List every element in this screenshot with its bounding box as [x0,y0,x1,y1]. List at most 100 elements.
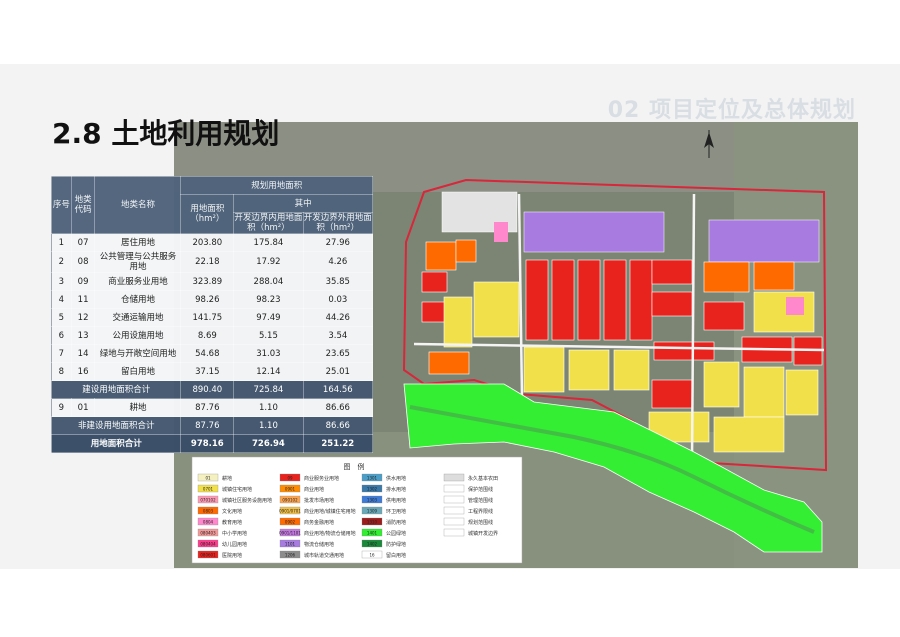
legend-swatch [443,517,465,526]
cell-outside: 0.03 [302,290,374,309]
legend-label: 城镇住宅用地 [222,486,252,493]
cell-area: 87.76 [180,398,235,417]
table-row-subtotal-nonbuild: 非建设用地面积合计 87.76 1.10 86.66 [50,416,374,435]
legend-label: 教育用地 [222,519,242,526]
cell-no: 9 [51,398,72,417]
legend-code: 1310 [367,519,378,524]
cell-inside: 175.84 [233,233,304,252]
legend-code: 080404 [200,541,216,546]
cell-inside: 726.94 [233,434,304,453]
col-no-header: 序号 [51,176,72,234]
legend-swatch [443,473,465,482]
cell-label: 非建设用地面积合计 [50,416,182,435]
cell-inside: 1.10 [233,398,304,417]
legend-label: 防护绿地 [386,541,406,548]
legend-code: 1302 [367,486,378,491]
cell-outside: 3.54 [302,326,374,345]
legend-swatch [443,528,465,537]
table-row: 5 12 交通运输用地 141.75 97.49 44.26 [51,308,374,327]
table-row: 2 08 公共管理与公共服务用地 22.18 17.92 4.26 [51,251,374,273]
cell-code: 09 [70,272,96,291]
cell-outside: 44.26 [302,308,374,327]
legend-label: 幼儿园用地 [222,541,247,548]
table-row: 3 09 商业服务业用地 323.89 288.04 35.85 [51,272,374,291]
cell-inside: 31.03 [233,344,304,363]
legend-label: 文化用地 [222,508,242,515]
cell-area: 978.16 [180,434,235,453]
cell-inside: 97.49 [233,308,304,327]
cell-label: 建设用地面积合计 [50,380,182,399]
cell-outside: 86.66 [302,398,374,417]
legend-label: 消防用地 [386,519,406,526]
cell-area: 98.26 [180,290,235,309]
table-row: 7 14 绿地与开敞空间用地 54.68 31.03 23.65 [51,344,374,363]
legend-label: 物流仓储用地 [304,541,334,548]
cell-no: 6 [51,326,72,345]
section-header: 02 项目定位及总体规划 [607,98,856,123]
col-name-header: 地类名称 [94,176,182,234]
table-row-subtotal-build: 建设用地面积合计 890.40 725.84 164.56 [50,380,374,399]
legend-label: 供电用地 [386,497,406,504]
cell-outside: 35.85 [302,272,374,291]
legend-code: 0901 [285,486,296,491]
page-title: 2.8 土地利用规划 [52,117,280,150]
legend-label: 排水用地 [386,486,406,493]
table-row: 4 11 仓储用地 98.26 98.23 0.03 [51,290,374,309]
table-row: 8 16 留白用地 37.15 12.14 25.01 [51,362,374,381]
cell-code: 01 [70,398,96,417]
legend-label: 城镇开发边界 [468,530,498,537]
cell-code: 12 [70,308,96,327]
table-row-total: 用地面积合计 978.16 726.94 251.22 [50,434,374,453]
cell-area: 203.80 [180,233,235,252]
legend-label: 商业服务业用地 [304,475,339,482]
legend-label: 供水用地 [386,475,406,482]
legend-code: 09 [287,475,293,480]
cell-inside: 1.10 [233,416,304,435]
col-group-header: 规划用地面积 [180,176,373,195]
legend-label: 商务金融用地 [304,519,334,526]
legend-label: 留白用地 [386,552,406,559]
cell-no: 7 [51,344,72,363]
legend-label: 管理范围线 [468,497,493,504]
cell-area: 8.69 [180,326,235,345]
legend-code: 16 [369,552,375,557]
cell-name: 仓储用地 [94,290,182,309]
table-row: 6 13 公用设施用地 8.69 5.15 3.54 [51,326,374,345]
cell-outside: 25.01 [302,362,374,381]
cell-code: 07 [70,233,96,252]
cell-code: 16 [70,362,96,381]
cell-code: 14 [70,344,96,363]
cell-no: 1 [51,233,72,252]
cell-no: 3 [51,272,72,291]
cell-name: 商业服务业用地 [94,272,182,291]
legend-label: 医院用地 [222,552,242,559]
legend-code: 0901/1101 [279,530,301,535]
table-row-cropland: 9 01 耕地 87.76 1.10 86.66 [51,398,374,417]
legend-label: 耕地 [222,475,232,482]
legend-code: 01 [205,475,211,480]
cell-no: 8 [51,362,72,381]
cell-outside: 164.56 [302,380,374,399]
legend-label: 永久基本农田 [468,475,498,482]
legend-label: 批发市场用地 [304,497,334,504]
legend-swatch [443,506,465,515]
cell-name: 耕地 [94,398,182,417]
cell-area: 323.89 [180,272,235,291]
cell-name: 居住用地 [94,233,182,252]
legend-code: 1309 [367,508,378,513]
legend-code: 0901/0701 [279,508,301,513]
legend-label: 商业用地/城镇住宅用地 [304,508,356,515]
legend-code: 1303 [367,497,378,502]
legend-title: 图 例 [344,462,365,471]
cell-inside: 12.14 [233,362,304,381]
cell-area: 37.15 [180,362,235,381]
legend-label: 工程界限线 [468,508,493,515]
cell-area: 87.76 [180,416,235,435]
cell-outside: 23.65 [302,344,374,363]
legend-label: 中小学用地 [222,530,247,537]
col-sub-header: 其中 [233,194,373,213]
cell-name: 公共管理与公共服务用地 [94,251,182,273]
legend-label: 保护范围线 [468,486,493,493]
legend-label: 规划范围线 [468,519,493,526]
map-legend: 图 例 01 耕地 0701 城镇住宅用地 070102 城镇社区服务设施用地 0803 文化… [191,456,523,564]
